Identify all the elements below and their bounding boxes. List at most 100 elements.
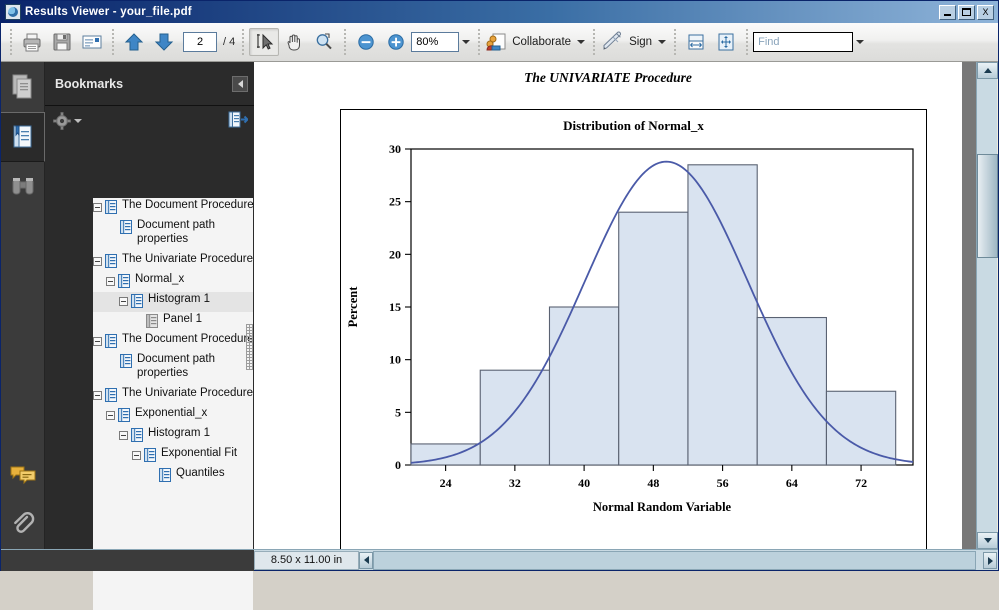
new-bookmark-icon [228,111,249,127]
save-button[interactable] [47,28,77,56]
bookmark-node[interactable]: Document path properties [93,352,253,386]
bookmarks-title: Bookmarks [55,76,124,91]
collaborate-label: Collaborate [512,36,572,48]
bookmark-node[interactable]: Exponential_x [93,406,253,426]
bookmark-item-icon [105,200,117,214]
bookmark-node[interactable]: The Document Procedure [93,332,253,352]
bookmark-label: Histogram 1 [148,427,210,439]
fit-width-button[interactable] [681,28,711,56]
triangle-left-icon [363,556,369,564]
bookmark-label: The Document Procedure [122,333,253,345]
tree-expand-toggle[interactable] [132,451,141,460]
document-horizontal-scrollbar[interactable] [373,550,976,570]
bookmark-node[interactable]: Document path properties [93,218,253,252]
rail-item-search[interactable] [1,162,45,212]
maximize-button[interactable] [958,4,975,20]
collaborate-dropdown[interactable] [574,32,588,52]
scroll-right-button[interactable] [983,552,997,569]
bookmark-node[interactable]: Quantiles [93,466,253,486]
scroll-left-button[interactable] [359,551,373,569]
tree-expand-toggle[interactable] [119,431,128,440]
rail-item-comments[interactable] [1,449,45,499]
tree-expand-toggle[interactable] [93,203,102,212]
app-icon [5,4,21,20]
sign-dropdown[interactable] [655,32,669,52]
scroll-down-button[interactable] [977,532,998,549]
page-number-input[interactable]: 2 [183,32,217,52]
bookmark-options-button[interactable] [53,112,82,130]
chevron-down-icon [74,119,82,123]
fit-page-icon [718,33,734,51]
close-button[interactable]: X [977,4,994,20]
find-input[interactable]: Find [753,32,854,52]
window-title: Results Viewer - your_file.pdf [25,6,192,18]
document-vertical-scrollbar[interactable] [976,62,998,549]
scroll-up-button[interactable] [977,62,998,79]
next-page-button[interactable] [149,28,179,56]
tree-expand-toggle[interactable] [93,337,102,346]
tree-expand-toggle[interactable] [106,411,115,420]
bookmark-label: Histogram 1 [148,293,210,305]
marquee-zoom-button[interactable] [309,28,339,56]
find-dropdown-button[interactable] [853,32,867,52]
select-tool-button[interactable] [249,28,280,56]
bookmark-node[interactable]: Panel 1 [93,312,253,332]
x-axis-tick-label: 32 [509,476,521,490]
hand-tool-button[interactable] [279,28,309,56]
bookmark-node[interactable]: Histogram 1 [93,426,253,446]
tree-expand-toggle[interactable] [93,257,102,266]
print-button[interactable] [17,28,47,56]
email-button[interactable] [77,28,107,56]
triangle-right-icon [987,556,993,565]
status-bar: 8.50 x 11.00 in [1,549,998,571]
y-axis-tick-label: 15 [389,300,401,314]
chevron-down-icon [658,40,667,44]
tree-expand-toggle[interactable] [106,277,115,286]
minimize-button[interactable] [939,4,956,20]
new-bookmark-button[interactable] [228,111,249,132]
zoom-out-button[interactable] [351,28,381,56]
y-axis-tick-label: 10 [389,353,401,367]
rail-item-attachments[interactable] [1,499,45,549]
zoom-in-button[interactable] [381,28,411,56]
next-page-icon [154,33,174,51]
previous-page-icon [124,33,144,51]
y-axis-tick-label: 0 [395,458,401,472]
bookmark-item-icon [120,354,132,368]
bookmark-node[interactable]: Exponential Fit [93,446,253,466]
scrollbar-thumb[interactable] [246,324,253,370]
rail-item-bookmarks[interactable] [1,112,45,162]
bookmark-label: Quantiles [176,467,225,479]
toolbar-separator [10,29,12,55]
bookmarks-header: Bookmarks [45,62,254,106]
bookmark-node[interactable]: Histogram 1 [93,292,253,312]
tree-expand-toggle[interactable] [93,391,102,400]
bookmark-node[interactable]: The Document Procedure [93,198,253,218]
histogram-chart: 0 5 10 15 20 25 30 Percent 24 32 40 48 56 64 72 Normal … [346,142,914,514]
bookmark-label: Document path properties [137,353,215,379]
previous-page-button[interactable] [119,28,149,56]
sign-label: Sign [629,36,653,48]
fit-width-icon [688,34,704,50]
bookmark-node[interactable]: Normal_x [93,272,253,292]
bookmark-node[interactable]: The Univariate Procedure [93,386,253,406]
bookmark-label: The Univariate Procedure [122,253,253,265]
zoom-out-icon [358,34,374,50]
tree-expand-toggle[interactable] [119,297,128,306]
document-view[interactable]: The UNIVARIATE Procedure Distribution of… [254,62,976,549]
collapse-panel-button[interactable] [232,75,248,92]
find-placeholder: Find [758,36,780,48]
fit-page-button[interactable] [711,28,741,56]
sign-button[interactable]: Sign [600,31,669,53]
bookmark-node[interactable]: The Univariate Procedure [93,252,253,272]
collaborate-button[interactable]: Collaborate [485,31,588,53]
scrollbar-thumb[interactable] [977,154,998,258]
triangle-up-icon [983,68,992,73]
zoom-dropdown-button[interactable] [459,32,473,52]
bookmark-item-icon [105,388,117,402]
zoom-level-input[interactable]: 80% [411,32,460,52]
rail-item-pages[interactable] [1,62,45,112]
navigation-rail [1,62,45,549]
window-buttons: X [939,4,996,20]
bookmark-item-icon [120,220,132,234]
